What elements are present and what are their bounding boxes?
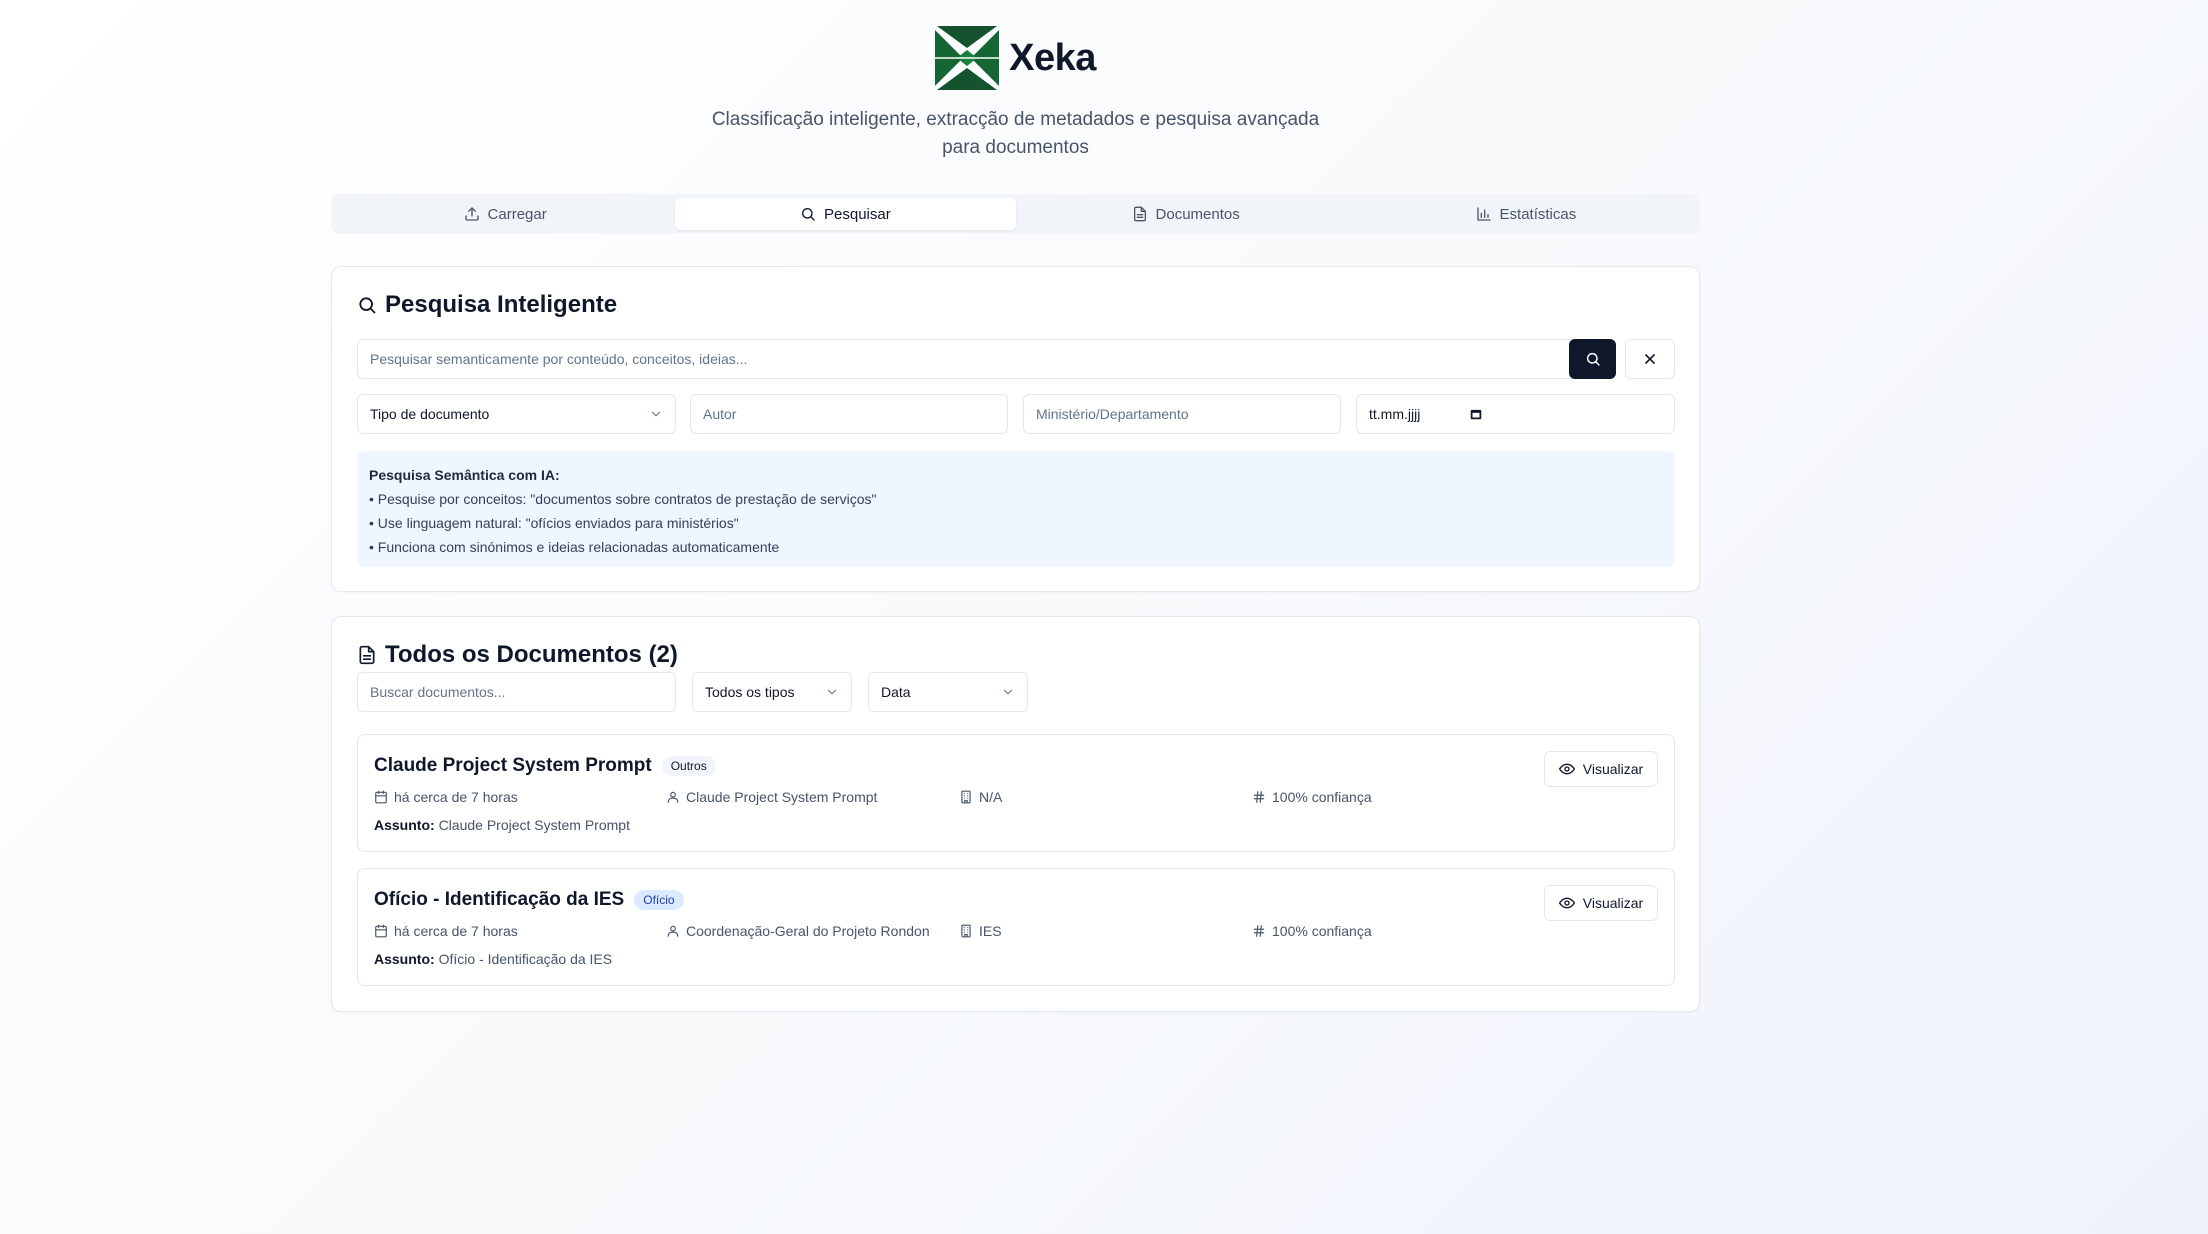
subject-label: Assunto:	[374, 817, 435, 833]
document-ministry-text: IES	[979, 923, 1002, 939]
tab-documentos[interactable]: Documentos	[1016, 198, 1356, 230]
chevron-down-icon	[651, 411, 661, 417]
document-ministry: IES	[959, 923, 1002, 939]
document-author-text: Claude Project System Prompt	[686, 789, 878, 805]
view-button-label: Visualizar	[1582, 761, 1644, 777]
document-title: Ofício - Identificação da IES Ofício	[374, 889, 684, 911]
ministry-input[interactable]	[1023, 394, 1341, 434]
info-line: • Use linguagem natural: "ofícios enviad…	[369, 515, 739, 531]
document-ministry-text: N/A	[979, 789, 1003, 805]
document-item: Ofício - Identificação da IES Ofício há …	[357, 868, 1675, 986]
document-date-text: há cerca de 7 horas	[394, 923, 518, 939]
document-type-badge: Outros	[661, 756, 716, 776]
document-author: Claude Project System Prompt	[666, 789, 877, 805]
building-icon	[961, 790, 971, 804]
document-item: Claude Project System Prompt Outros há c…	[357, 734, 1675, 852]
search-icon	[359, 297, 376, 314]
sort-value: Data	[881, 684, 911, 700]
document-author: Coordenação-Geral do Projeto Rondon	[666, 923, 930, 939]
all-documents-card: Todos os Documentos (2) Todos os tipos D…	[331, 616, 1700, 1012]
tab-label: Estatísticas	[1499, 205, 1577, 223]
document-date: há cerca de 7 horas	[374, 923, 518, 939]
doc-type-value: Tipo de documento	[370, 406, 490, 422]
document-date-text: há cerca de 7 horas	[394, 789, 518, 805]
author-input[interactable]	[690, 394, 1008, 434]
document-filter-input[interactable]	[357, 672, 676, 712]
date-placeholder: tt.mm.jjjj	[1369, 406, 1421, 422]
hash-icon	[1253, 791, 1265, 803]
tab-pesquisar[interactable]: Pesquisar	[675, 198, 1016, 230]
user-icon	[667, 925, 679, 937]
search-submit-button[interactable]	[1569, 339, 1616, 379]
document-ministry: N/A	[959, 789, 1002, 805]
file-text-icon	[359, 645, 375, 665]
tab-label: Documentos	[1155, 205, 1240, 223]
file-text-icon	[1133, 206, 1146, 222]
bar-chart-icon	[1476, 207, 1491, 221]
clear-search-button[interactable]	[1625, 339, 1675, 379]
document-type-badge: Ofício	[634, 890, 684, 910]
view-document-button[interactable]: Visualizar	[1544, 751, 1658, 787]
info-title: Pesquisa Semântica com IA:	[369, 467, 560, 483]
building-icon	[961, 924, 971, 938]
type-filter-select[interactable]: Todos os tipos	[692, 672, 852, 712]
chevron-down-icon	[1003, 689, 1013, 695]
info-line: • Funciona com sinónimos e ideias relaci…	[369, 539, 780, 555]
chevron-down-icon	[827, 689, 837, 695]
brand-header: Xeka	[331, 24, 1700, 92]
main-tabs: Carregar Pesquisar Documentos Estatístic…	[331, 194, 1700, 234]
calendar-icon	[375, 924, 387, 938]
calendar-icon	[375, 790, 387, 804]
user-icon	[667, 791, 679, 803]
view-button-label: Visualizar	[1582, 895, 1644, 911]
app-tagline: Classificação inteligente, extracção de …	[711, 109, 1320, 158]
view-document-button[interactable]: Visualizar	[1544, 885, 1658, 921]
date-input[interactable]: tt.mm.jjjj	[1356, 394, 1675, 434]
semantic-search-input[interactable]	[357, 339, 1593, 379]
document-title: Claude Project System Prompt Outros	[374, 755, 716, 777]
tab-label: Pesquisar	[824, 205, 891, 223]
document-confidence: 100% confiança	[1252, 789, 1372, 805]
sort-select[interactable]: Data	[868, 672, 1028, 712]
tab-estatisticas[interactable]: Estatísticas	[1356, 198, 1696, 230]
search-card-title: Pesquisa Inteligente	[357, 291, 617, 319]
document-confidence-text: 100% confiança	[1272, 923, 1372, 939]
hash-icon	[1253, 925, 1265, 937]
doc-type-select[interactable]: Tipo de documento	[357, 394, 676, 434]
close-icon	[1645, 354, 1655, 364]
subject-text: Ofício - Identificação da IES	[438, 951, 613, 967]
eye-icon	[1558, 897, 1575, 909]
search-title-text: Pesquisa Inteligente	[385, 291, 618, 318]
document-title-text[interactable]: Claude Project System Prompt	[374, 755, 652, 777]
document-subject: Assunto: Claude Project System Prompt	[374, 817, 630, 833]
eye-icon	[1558, 763, 1575, 775]
app-title: Xeka	[1009, 36, 1096, 79]
subject-label: Assunto:	[374, 951, 435, 967]
semantic-search-info: Pesquisa Semântica com IA: • Pesquise po…	[357, 451, 1675, 567]
document-author-text: Coordenação-Geral do Projeto Rondon	[686, 923, 930, 939]
xeka-logo-icon	[935, 26, 1000, 90]
tab-label: Carregar	[487, 205, 547, 223]
type-filter-value: Todos os tipos	[705, 684, 795, 700]
document-date: há cerca de 7 horas	[374, 789, 518, 805]
document-subject: Assunto: Ofício - Identificação da IES	[374, 951, 612, 967]
search-icon	[802, 208, 815, 221]
document-confidence: 100% confiança	[1252, 923, 1372, 939]
subject-text: Claude Project System Prompt	[438, 817, 630, 833]
document-confidence-text: 100% confiança	[1272, 789, 1372, 805]
documents-card-title: Todos os Documentos (2)	[357, 641, 678, 669]
info-line: • Pesquise por conceitos: "documentos so…	[369, 491, 877, 507]
upload-icon	[464, 207, 479, 221]
calendar-icon	[1470, 409, 1482, 420]
documents-title-text: Todos os Documentos (2)	[385, 641, 678, 668]
search-icon	[1586, 352, 1600, 366]
tab-carregar[interactable]: Carregar	[335, 198, 675, 230]
smart-search-card: Pesquisa Inteligente Tipo de documento t…	[331, 266, 1700, 592]
document-title-text[interactable]: Ofício - Identificação da IES	[374, 889, 624, 911]
